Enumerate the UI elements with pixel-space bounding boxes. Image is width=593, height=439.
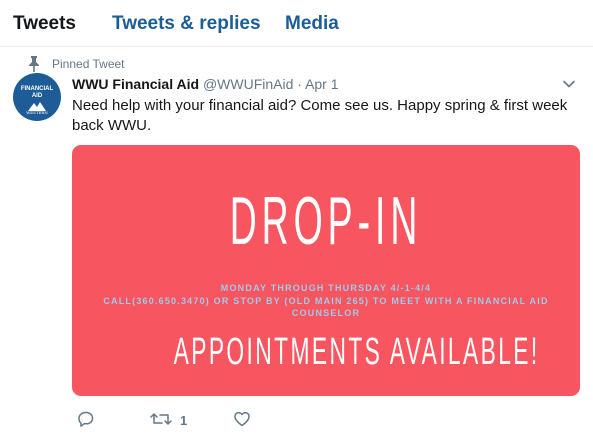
pinned-tweet-label: Pinned Tweet [52,57,125,71]
tab-tweets-and-replies[interactable]: Tweets & replies [112,13,261,35]
author-name[interactable]: WWU Financial Aid [72,76,199,92]
profile-tabs: Tweets Tweets & replies Media [0,0,593,47]
retweet-icon [150,413,172,425]
reply-button[interactable] [77,410,95,430]
tweet-media-card[interactable]: DROP-IN MONDAY THROUGH THURSDAY 4/-1-4/4… [72,145,580,396]
reply-icon [78,411,94,427]
card-footer: APPOINTMENTS AVAILABLE! [173,331,540,373]
avatar[interactable]: FINANCIAL AID WESTERN [13,73,61,121]
avatar-wordmark: WESTERN [26,110,48,115]
retweet-button[interactable]: 1 [149,410,199,430]
pin-icon [29,56,39,72]
retweet-count: 1 [180,413,188,428]
author-handle[interactable]: @WWUFinAid [203,76,293,92]
tab-media[interactable]: Media [285,13,339,35]
header-separator: · [297,76,302,92]
tweet-actions: 1 [72,410,372,430]
chevron-down-icon[interactable] [563,80,575,88]
heart-icon [234,411,250,427]
card-dates: MONDAY THROUGH THURSDAY 4/-1-4/4 [220,283,432,293]
tweet-header: WWU Financial Aid @WWUFinAid · Apr 1 [72,76,339,92]
tweet-text: Need help with your financial aid? Come … [72,97,568,134]
tab-tweets[interactable]: Tweets [13,13,76,35]
avatar-text-line1: FINANCIAL [20,86,54,92]
like-button[interactable] [233,410,251,430]
tweet-date[interactable]: Apr 1 [305,76,338,92]
avatar-text-line2: AID [31,93,43,99]
card-headline: DROP-IN [229,183,423,259]
card-info: CALL(360.650.3470) OR STOP BY (OLD MAIN … [103,296,549,318]
